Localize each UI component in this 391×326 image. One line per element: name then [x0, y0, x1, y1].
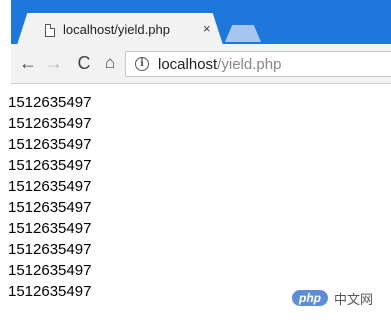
info-icon[interactable]: i [135, 57, 149, 71]
watermark-logo: php [292, 290, 328, 306]
url-text[interactable]: localhost/yield.php [158, 56, 281, 73]
address-bar[interactable]: i localhost/yield.php [125, 51, 391, 77]
tab-title: localhost/yield.php [63, 22, 170, 37]
browser-toolbar: ← → C ⌂ i localhost/yield.php [11, 44, 391, 84]
close-icon[interactable]: × [203, 21, 211, 36]
tab-strip: localhost/yield.php × [11, 0, 391, 45]
output-line: 1512635497 [8, 157, 92, 174]
output-line: 1512635497 [8, 94, 92, 111]
output-line: 1512635497 [8, 178, 92, 195]
output-line: 1512635497 [8, 199, 92, 216]
output-line: 1512635497 [8, 136, 92, 153]
output-line: 1512635497 [8, 241, 92, 258]
output-line: 1512635497 [8, 220, 92, 237]
forward-icon[interactable]: → [43, 52, 65, 74]
url-host: localhost [158, 56, 218, 73]
page-content: 1512635497 1512635497 1512635497 1512635… [8, 92, 91, 302]
page-icon [45, 24, 55, 37]
watermark: php 中文网 [292, 288, 373, 308]
tab-localhost-yield[interactable]: localhost/yield.php × [17, 13, 223, 45]
url-path: /yield.php [217, 56, 282, 73]
home-icon[interactable]: ⌂ [99, 52, 121, 74]
watermark-text: 中文网 [334, 291, 374, 307]
output-line: 1512635497 [8, 115, 92, 132]
back-icon[interactable]: ← [17, 52, 39, 74]
new-tab-button[interactable] [225, 25, 261, 42]
reload-icon[interactable]: C [73, 52, 95, 74]
output-line: 1512635497 [8, 283, 92, 300]
output-line: 1512635497 [8, 262, 92, 279]
